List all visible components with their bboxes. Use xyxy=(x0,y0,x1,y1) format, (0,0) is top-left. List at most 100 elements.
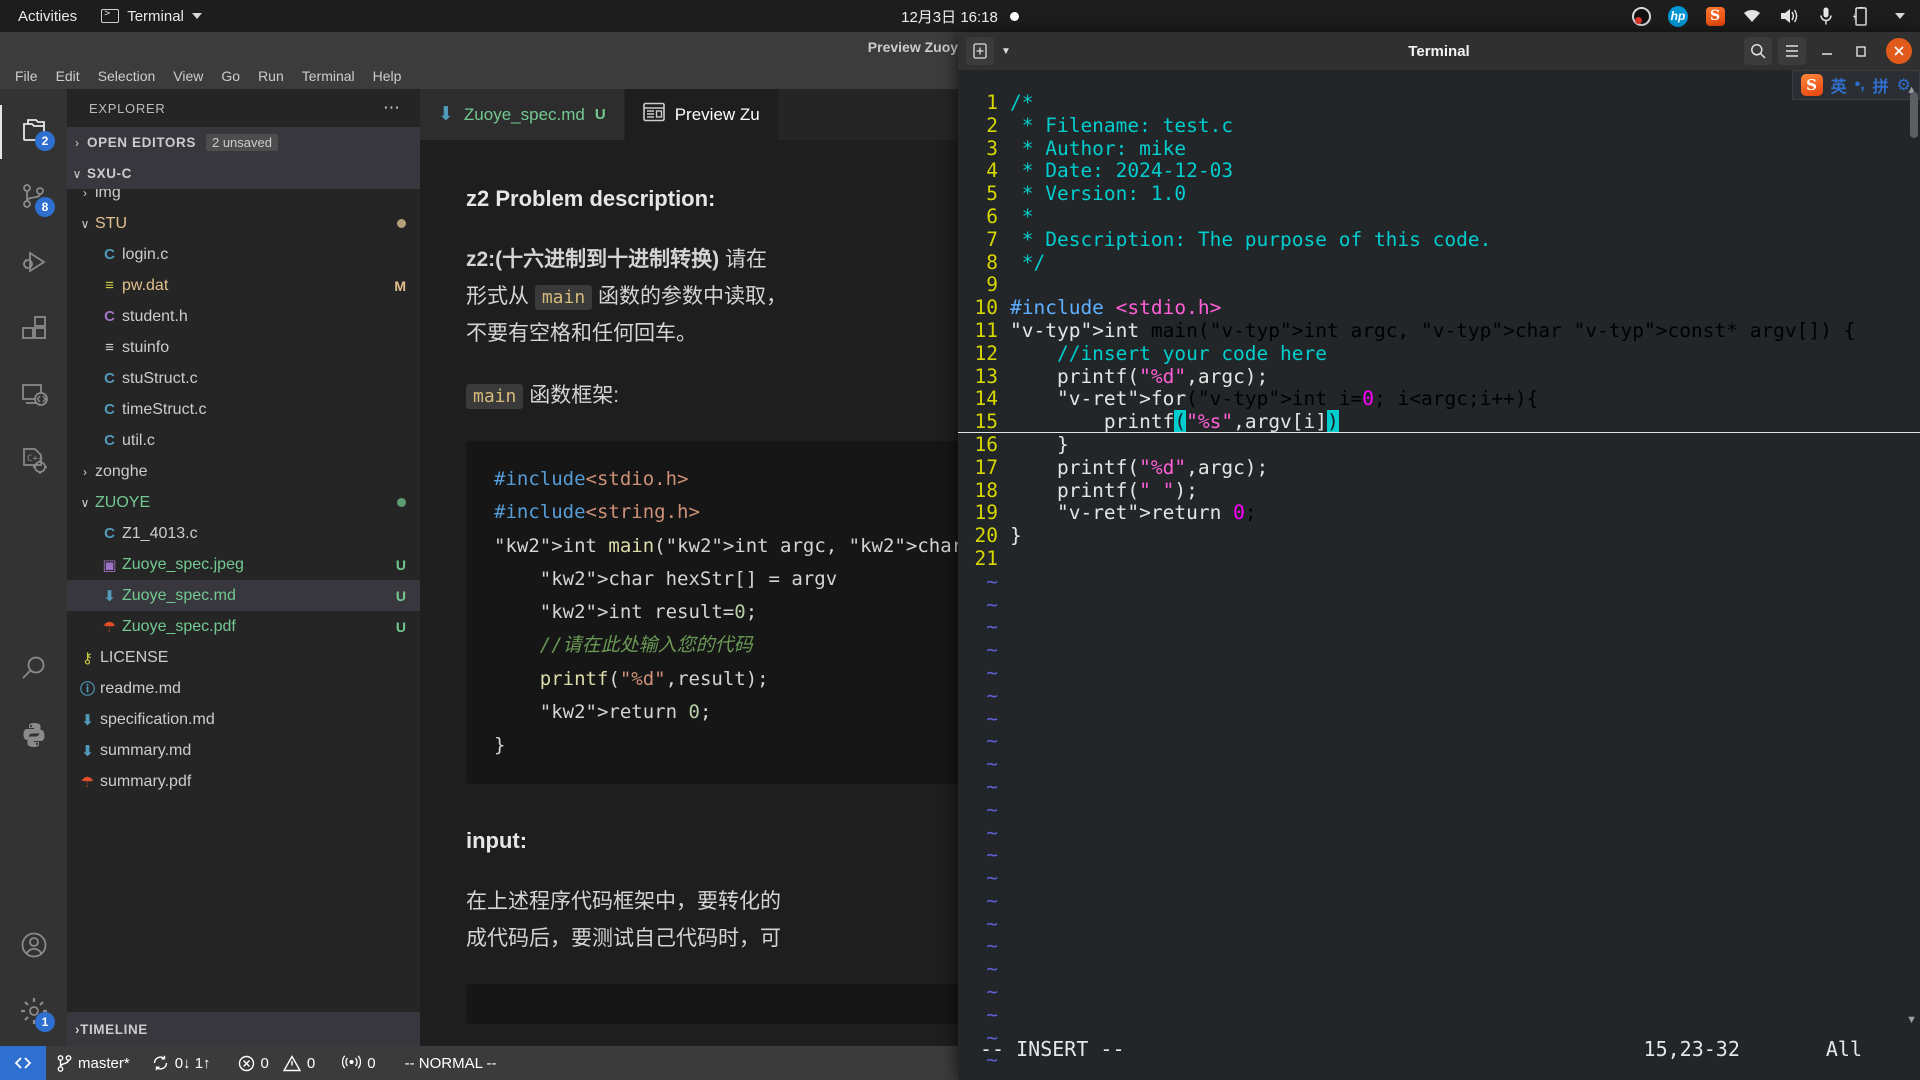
activity-bar-item-extensions[interactable] xyxy=(0,297,67,363)
tree-file-LICENSE[interactable]: ⚷ LICENSE xyxy=(67,642,420,673)
line-content: "v-ret">return 0; xyxy=(1056,501,1257,525)
vim-line: 17 printf("%d",argc); xyxy=(958,456,1920,480)
remote-window-indicator[interactable] xyxy=(0,1046,46,1080)
activity-bar-item-c-cpp-config[interactable]: C++ xyxy=(0,429,67,495)
tree-folder-ZUOYE[interactable]: ∨ ZUOYE xyxy=(67,487,420,518)
input-text-a: 在上述程序代码框架中，要转化的 xyxy=(466,890,781,914)
sync-counts: 0↓ 1↑ xyxy=(174,1054,211,1072)
tree-folder-zonghe[interactable]: › zonghe xyxy=(67,456,420,487)
vim-editor[interactable]: 1/* 2 * Filename: test.c 3 * Author: mike 4… xyxy=(958,70,1920,1071)
explorer-sticky-headers: › OPEN EDITORS 2 unsaved ∨ SXU-C xyxy=(67,127,420,189)
tree-file-pw.dat[interactable]: ≡ pw.dat M xyxy=(67,270,420,301)
search-icon[interactable] xyxy=(1744,37,1772,65)
line-content: printf("%d",argc); xyxy=(1010,364,1269,388)
preview-icon xyxy=(642,102,665,127)
tree-file-Zuoye_spec.md[interactable]: ⬇ Zuoye_spec.md U xyxy=(67,580,420,611)
tree-file-stuStruct.c[interactable]: CstuStruct.c xyxy=(67,363,420,394)
tree-file-Z1_4013.c[interactable]: C Z1_4013.c xyxy=(67,518,420,549)
section-timeline[interactable]: › TIMELINE xyxy=(67,1012,420,1046)
tree-file-readme.md[interactable]: ⓘ readme.md xyxy=(67,673,420,704)
menu-item-view[interactable]: View xyxy=(164,66,212,86)
chevron-down-icon[interactable] xyxy=(1890,6,1910,26)
tree-file-student.h[interactable]: Cstudent.h xyxy=(67,301,420,332)
activity-bar-item-python[interactable] xyxy=(0,705,67,771)
tree-file-login.c[interactable]: Clogin.c xyxy=(67,239,420,270)
minimize-button[interactable] xyxy=(1812,36,1842,66)
file-type-icon: ⚷ xyxy=(82,649,93,667)
error-icon xyxy=(238,1055,254,1071)
vim-line: 4 * Date: 2024-12-03 xyxy=(958,159,1920,183)
menu-item-help[interactable]: Help xyxy=(364,66,411,86)
terminal-scrollbar[interactable]: ▲ ▼ xyxy=(1906,84,1920,1026)
new-tab-button[interactable] xyxy=(966,37,994,65)
inline-code-main-2: main xyxy=(466,384,524,410)
status-ports[interactable]: 0 xyxy=(326,1055,386,1072)
line-number: 1 xyxy=(986,91,998,114)
scroll-position: All xyxy=(1825,1037,1862,1061)
tree-file-stuinfo[interactable]: ≡ stuinfo xyxy=(67,332,420,363)
app-menu-label: Terminal xyxy=(127,7,184,25)
file-type-icon: C xyxy=(104,525,115,542)
section-workspace[interactable]: ∨ SXU-C xyxy=(67,158,420,189)
line-content: * xyxy=(1010,204,1034,228)
hp-icon[interactable]: hp xyxy=(1668,5,1688,27)
menu-item-go[interactable]: Go xyxy=(212,66,249,86)
explorer-more-actions-icon[interactable]: ⋯ xyxy=(383,98,402,118)
vim-mode: -- INSERT -- xyxy=(980,1037,1125,1061)
file-type-icon: ☂ xyxy=(102,618,117,636)
vim-line: 7 * Description: The purpose of this cod… xyxy=(958,227,1920,252)
activity-bar-item-search[interactable] xyxy=(0,639,67,705)
editor-tab-Preview-Zu[interactable]: Preview Zu xyxy=(624,89,779,140)
menu-item-selection[interactable]: Selection xyxy=(89,66,165,86)
sogou-icon[interactable]: S xyxy=(1705,6,1725,26)
status-vim-mode[interactable]: -- NORMAL -- xyxy=(387,1055,508,1072)
vim-empty-line: ~ xyxy=(958,752,1920,776)
section-open-editors[interactable]: › OPEN EDITORS 2 unsaved xyxy=(67,127,420,158)
line-content: } xyxy=(1010,432,1069,456)
tree-file-util.c[interactable]: Cutil.c xyxy=(67,425,420,456)
scrollbar-thumb[interactable] xyxy=(1910,92,1918,138)
activity-bar-item-run-and-debug[interactable] xyxy=(0,231,67,297)
status-branch[interactable]: master* xyxy=(46,1055,141,1072)
maximize-button[interactable] xyxy=(1846,36,1876,66)
microphone-icon[interactable] xyxy=(1816,6,1836,26)
activity-bar-item-accounts[interactable] xyxy=(0,914,67,980)
file-type-icon: ≡ xyxy=(105,339,114,356)
menu-item-file[interactable]: File xyxy=(6,66,47,86)
menu-item-run[interactable]: Run xyxy=(249,66,293,86)
volume-icon[interactable] xyxy=(1779,6,1799,26)
wifi-icon[interactable] xyxy=(1742,6,1762,26)
activities-button[interactable]: Activities xyxy=(0,8,91,25)
activity-bar-item-remote-explorer[interactable] xyxy=(0,363,67,429)
status-sync[interactable]: 0↓ 1↑ xyxy=(141,1055,222,1072)
vim-empty-line: ~ xyxy=(958,593,1920,617)
activity-bar-item-explorer[interactable]: 2 xyxy=(0,99,67,165)
chevron-down-icon: ∨ xyxy=(80,495,90,510)
battery-icon[interactable] xyxy=(1853,6,1873,26)
tree-file-summary.md[interactable]: ⬇ summary.md xyxy=(67,735,420,766)
obs-icon[interactable] xyxy=(1631,6,1651,26)
sync-icon xyxy=(153,1055,167,1071)
tree-file-Zuoye_spec.pdf[interactable]: ☂ Zuoye_spec.pdf U xyxy=(67,611,420,642)
tilde-icon: ~ xyxy=(986,957,998,981)
menu-item-terminal[interactable]: Terminal xyxy=(293,66,364,86)
terminal-title-bar[interactable]: ▼ Terminal xyxy=(958,32,1920,70)
new-tab-dropdown-icon[interactable]: ▼ xyxy=(996,37,1016,65)
tree-folder-img[interactable]: › img xyxy=(67,189,420,208)
activity-bar-item-settings[interactable]: 1 xyxy=(0,980,67,1046)
status-problems[interactable]: 0 0 xyxy=(222,1055,327,1072)
tree-file-summary.pdf[interactable]: ☂ summary.pdf xyxy=(67,766,420,797)
close-button[interactable] xyxy=(1886,38,1912,64)
warning-count: 0 xyxy=(306,1054,316,1072)
menu-icon[interactable] xyxy=(1778,37,1806,65)
tree-file-timeStruct.c[interactable]: CtimeStruct.c xyxy=(67,394,420,425)
editor-tab-Zuoye_spec.md[interactable]: ⬇ Zuoye_spec.md U xyxy=(420,89,625,140)
line-content: * Description: The purpose of this code. xyxy=(1010,227,1492,251)
tree-file-specification.md[interactable]: ⬇ specification.md xyxy=(67,704,420,735)
menu-item-edit[interactable]: Edit xyxy=(47,66,89,86)
activity-bar-item-source-control[interactable]: 8 xyxy=(0,165,67,231)
file-type-icon: ⬇ xyxy=(81,711,94,729)
app-menu-terminal[interactable]: Terminal xyxy=(91,8,212,25)
tree-file-Zuoye_spec.jpeg[interactable]: ▣ Zuoye_spec.jpeg U xyxy=(67,549,420,580)
tree-folder-STU[interactable]: ∨ STU xyxy=(67,208,420,239)
